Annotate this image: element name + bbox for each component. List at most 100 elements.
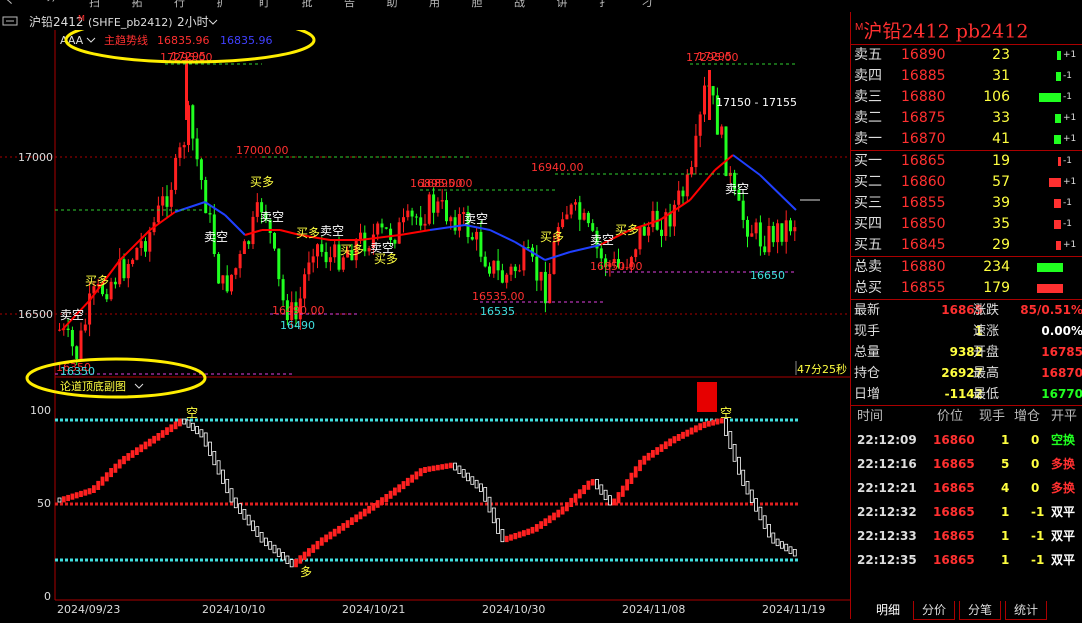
oscillator-bar (388, 490, 393, 499)
signal-sell-2: 卖空 (204, 230, 228, 244)
stat-label: 开盘 (973, 345, 1000, 360)
candle-body (427, 194, 431, 224)
period-selector[interactable]: 2小时 (177, 15, 209, 29)
oscillator-bar (380, 497, 384, 505)
oscillator-bar (156, 432, 161, 441)
oscillator-bar (139, 444, 144, 453)
signal-buy-3: 买多 (296, 226, 320, 240)
oscillator-bar (599, 484, 604, 495)
oscillator-bar (784, 543, 789, 552)
tab-stats[interactable]: 统计 (1005, 601, 1047, 620)
oscillator-bar (362, 508, 367, 517)
oscillator-bar (423, 467, 427, 473)
symbol-code: (SHFE_pb2412) (88, 16, 173, 29)
candle-body (402, 217, 405, 223)
total-row[interactable]: 总卖 16880 234 (851, 257, 1082, 278)
oscillator-bar (651, 449, 655, 458)
subchart-title[interactable]: 论道顶底副图 (60, 379, 126, 393)
candle-body (397, 222, 401, 244)
oscillator-bar (478, 483, 483, 492)
candle-body (156, 205, 160, 223)
orderbook-row[interactable]: 卖五 16890 23 +1 (851, 45, 1082, 66)
oscillator-bar (517, 531, 522, 538)
oscillator-bar (251, 520, 255, 532)
row-change: +1 (1063, 240, 1077, 250)
orderbook-row[interactable]: 买三 16855 39 -1 (851, 193, 1082, 214)
candle-body (320, 244, 324, 252)
row-label: 买三 (854, 195, 882, 211)
tick-row[interactable]: 22:12:09 16860 1 0 空换 (851, 428, 1082, 452)
oscillator-bar (302, 551, 307, 561)
orderbook-row[interactable]: 买一 16865 19 -1 (851, 151, 1082, 172)
oscillator-bar (547, 515, 552, 524)
oscillator-bar (638, 459, 642, 472)
candle-body (445, 200, 448, 222)
sub-signal-sell-1: 空 (186, 406, 198, 420)
total-row[interactable]: 总买 16855 179 (851, 278, 1082, 299)
tick-row[interactable]: 22:12:32 16865 1 -1 双平 (851, 500, 1082, 524)
oscillator-bar (216, 460, 221, 475)
candle-body (109, 281, 113, 300)
candle-body (380, 223, 384, 228)
candle-body (763, 246, 767, 253)
tick-row[interactable]: 22:12:16 16865 5 0 多换 (851, 452, 1082, 476)
tick-row[interactable]: 22:12:33 16865 1 -1 双平 (851, 524, 1082, 548)
tick-row[interactable]: 22:12:21 16865 4 0 多换 (851, 476, 1082, 500)
candle-body (341, 257, 345, 270)
sub-y-tick-50: 50 (37, 497, 51, 510)
candle-body (711, 86, 715, 96)
orderbook-row[interactable]: 买二 16860 57 +1 (851, 172, 1082, 193)
signal-buy-1: 买多 (85, 274, 109, 288)
oscillator-bar (582, 484, 586, 495)
tab-tick[interactable]: 分笔 (959, 601, 1001, 620)
candle-body (565, 214, 569, 220)
row-label: 卖三 (854, 89, 882, 105)
candle-body (169, 189, 173, 207)
volume-bar (1054, 135, 1061, 144)
volume-bar (1058, 157, 1061, 166)
chevron-down-icon[interactable] (208, 19, 218, 25)
orderbook-row[interactable]: 卖三 16880 106 -1 (851, 87, 1082, 108)
label-16650b: 16650 (750, 269, 785, 282)
candle-body (569, 204, 573, 215)
oscillator-bar (646, 452, 651, 461)
label-range: 17150 - 17155 (716, 96, 797, 109)
candle-body (234, 268, 238, 275)
candle-body (677, 190, 681, 205)
label-16490: 16490.00 (272, 304, 325, 317)
x-label-1: 2024/10/10 (202, 603, 265, 616)
oscillator-bar (663, 441, 668, 450)
candle-body (66, 328, 70, 331)
candle-body (273, 233, 276, 249)
stat-label: 涨跌 (973, 303, 1000, 318)
candle-body (750, 233, 754, 237)
row-volume: 106 (983, 89, 1010, 105)
orderbook-row[interactable]: 卖一 16870 41 +1 (851, 129, 1082, 150)
orderbook-row[interactable]: 买四 16850 35 -1 (851, 214, 1082, 235)
candle-body (776, 223, 780, 243)
orderbook-row[interactable]: 卖四 16885 31 -1 (851, 66, 1082, 87)
orderbook-row[interactable]: 卖二 16875 33 +1 (851, 108, 1082, 129)
main-chart[interactable]: 17000 16500 17295.00 17295 17295.00 1729… (0, 16, 850, 619)
oscillator-bar (199, 429, 204, 438)
candle-body (660, 229, 663, 236)
tab-detail[interactable]: 明细 (867, 601, 909, 620)
row-label: 买四 (854, 216, 882, 232)
candle-body (741, 200, 745, 220)
symbol-flag: M (78, 14, 85, 23)
row-volume: 41 (992, 131, 1010, 147)
chart-canvas[interactable]: 17000 16500 17295.00 17295 17295.00 1729… (0, 16, 850, 619)
tick-row[interactable]: 22:12:35 16865 1 -1 双平 (851, 548, 1082, 572)
quote-panel: M沪铅2412 pb2412 卖五 16890 23 +1 卖四 16885 31 -1 卖三 1… (850, 12, 1082, 620)
candle-body (488, 266, 491, 274)
candle-body (328, 257, 332, 263)
tab-price[interactable]: 分价 (913, 601, 955, 620)
signal-sell-3: 卖空 (260, 210, 284, 224)
orderbook-row[interactable]: 买五 16845 29 +1 (851, 235, 1082, 256)
oscillator-bar (586, 480, 591, 490)
oscillator-bar (711, 419, 715, 426)
ticks-list[interactable]: 22:12:09 16860 1 0 空换 22:12:16 16865 5 0 多换 22:12:… (851, 428, 1082, 572)
candle-body (690, 167, 694, 175)
row-volume: 29 (992, 237, 1010, 253)
stat-label: 最低 (973, 387, 1000, 402)
